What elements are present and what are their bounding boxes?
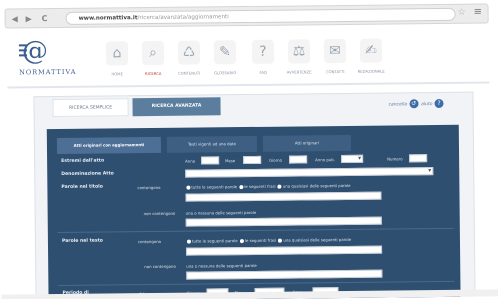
tab-testi-vigenti[interactable]: Testi vigenti ad una data <box>166 135 258 153</box>
giorno-field[interactable] <box>289 155 308 164</box>
denominazione-label: Denominazione Atto <box>61 171 114 177</box>
editorial-icon: ✍ <box>359 38 383 63</box>
screenshot: { "browser":{"back":"◀","forward":"▶","r… <box>0 0 498 299</box>
help-link[interactable]: aiuto <box>421 102 432 107</box>
toolbar-redazionale-label: REDAZIONALE <box>357 68 385 74</box>
opt1-label-1: tutte le seguenti parole <box>191 184 238 190</box>
back-icon[interactable]: ◀ <box>12 13 18 24</box>
tab-atti-originari[interactable]: Atti originari <box>262 134 352 152</box>
titolo-non-contengono-field[interactable] <box>185 216 382 227</box>
scales-icon: ⚖ <box>287 39 311 64</box>
toolbar-faq[interactable]: ? FAQ <box>249 39 277 75</box>
toolbar-avvertenze-label: AVVERTENZE <box>286 69 312 75</box>
anno-pub-select[interactable] <box>341 154 364 164</box>
toolbar-contatti-label: CONTATTI <box>325 68 345 75</box>
radio-frasi-1[interactable] <box>239 185 244 190</box>
toolbar-avvertenze[interactable]: ⚖ AVVERTENZE <box>285 39 313 75</box>
toolbar-redazionale[interactable]: ✍ REDAZIONALE <box>357 38 385 74</box>
opt2-label-1: le seguenti frasi <box>244 183 276 190</box>
opt2-label-2: le seguenti frasi <box>244 237 277 244</box>
divider-1 <box>57 227 454 234</box>
logo-name: NORMATTIVA <box>19 67 77 77</box>
help-icon[interactable]: ? <box>434 98 444 109</box>
toolbar-ricerca-label: RICERCA <box>144 70 162 77</box>
estremi-label: Estremi dell'atto <box>61 158 105 164</box>
non-contengono-label-1: non contengono <box>143 210 176 217</box>
non-contengono-label-2: non contengono <box>144 263 176 270</box>
glossary-icon: ✎ <box>213 40 237 65</box>
toolbar-faq-label: FAQ <box>259 69 267 75</box>
address-bar[interactable]: www.normattiva.it/ricerca/avanzata/aggio… <box>65 7 456 25</box>
non-desc-1: una o nessuna delle seguenti parole <box>185 209 257 216</box>
contengono-label-2: contengono <box>137 238 162 245</box>
toolbar-home[interactable]: ⌂ HOME <box>103 41 131 76</box>
titolo-options: tutte le seguenti parole le seguenti fra… <box>185 182 351 190</box>
reload-icon[interactable]: C <box>42 13 48 24</box>
radio-qualsiasi-1[interactable] <box>277 184 282 189</box>
contengono-label-1: contengono <box>137 184 161 191</box>
bookmark-star-icon[interactable]: ☆ <box>458 8 466 18</box>
main-toolbar: ⌂ HOME ⌕ RICERCA ♺ CONTENUTI ✎ GLOSSARIO ? FA… <box>103 38 393 81</box>
divider-2 <box>58 280 455 287</box>
browser-toolbar: ◀ ▶ C www.normattiva.it/ricerca/avanzata… <box>4 3 489 29</box>
normattiva-logo[interactable]: @ NORMATTIVA <box>18 36 89 85</box>
home-icon: ⌂ <box>105 41 129 66</box>
faq-icon: ? <box>251 39 275 64</box>
logo-at-icon: @ <box>21 36 49 67</box>
forward-icon[interactable]: ▶ <box>26 13 32 24</box>
anno-label: Anno <box>185 158 196 164</box>
contents-icon: ♺ <box>177 40 201 65</box>
toolbar-glossario[interactable]: ✎ GLOSSARIO <box>211 40 239 75</box>
anno-pub-label: Anno pub. <box>315 157 335 163</box>
radio-tutte-2[interactable] <box>186 239 191 244</box>
advanced-search-form: Atti originari con aggiornamenti Testi v… <box>46 124 461 299</box>
search-panel: RICERCA SEMPLICE RICERCA AVANZATA cancel… <box>33 91 476 299</box>
opt3-label-2: una qualsiasi delle seguenti parole <box>283 236 352 243</box>
toolbar-ricerca[interactable]: ⌕ RICERCA <box>139 40 167 77</box>
toolbar-contatti[interactable]: ✉ CONTATTI <box>321 38 349 75</box>
parole-testo-label: Parole nel testo <box>61 238 103 244</box>
numero-label: Numero <box>387 156 403 162</box>
browser-menu-icon[interactable]: ≡ <box>474 7 483 18</box>
toolbar-glossario-label: GLOSSARIO <box>214 70 237 76</box>
titolo-contengono-field[interactable] <box>185 191 382 202</box>
reset-link[interactable]: cancella <box>389 102 408 107</box>
testo-options: tutte le seguenti parole le seguenti fra… <box>186 237 351 244</box>
radio-qualsiasi-2[interactable] <box>278 238 283 243</box>
numero-field[interactable] <box>409 154 428 163</box>
toolbar-contenuti[interactable]: ♺ CONTENUTI <box>175 40 203 76</box>
denominazione-select[interactable] <box>185 167 434 178</box>
mail-icon: ✉ <box>323 38 347 64</box>
mese-label: Mese <box>225 158 236 164</box>
help-links: cancella ↺ aiuto? <box>389 98 447 109</box>
tab-ricerca-semplice[interactable]: RICERCA SEMPLICE <box>52 98 129 118</box>
opt1-label-2: tutte le seguenti parole <box>191 238 238 244</box>
toolbar-home-label: HOME <box>111 71 123 77</box>
url-path: /ricerca/avanzata/aggiornamenti <box>137 14 229 22</box>
anno-field[interactable] <box>201 156 220 165</box>
radio-tutte-1[interactable] <box>186 185 191 190</box>
giorno-label: Giorno <box>269 157 282 163</box>
non-desc-2: una o nessuna delle seguenti parole <box>186 262 257 269</box>
url-host: www.normattiva.it <box>78 15 138 22</box>
tab-ricerca-avanzata[interactable]: RICERCA AVANZATA <box>132 97 221 117</box>
reset-icon[interactable]: ↺ <box>409 99 419 109</box>
tab-atti-aggiornamenti[interactable]: Atti originari con aggiornamenti <box>56 136 162 155</box>
opt3-label-1: una qualsiasi delle seguenti parole <box>282 182 351 189</box>
form-rows: Estremi dell'atto Anno Mese Giorno Anno … <box>57 153 455 299</box>
parole-titolo-label: Parole nel titolo <box>61 184 103 190</box>
toolbar-contenuti-label: CONTENUTI <box>178 70 201 76</box>
mese-field[interactable] <box>243 155 262 165</box>
testo-contengono-field[interactable] <box>186 245 383 256</box>
radio-frasi-2[interactable] <box>239 239 244 244</box>
search-icon: ⌕ <box>141 40 165 66</box>
testo-non-contengono-field[interactable] <box>186 269 383 280</box>
